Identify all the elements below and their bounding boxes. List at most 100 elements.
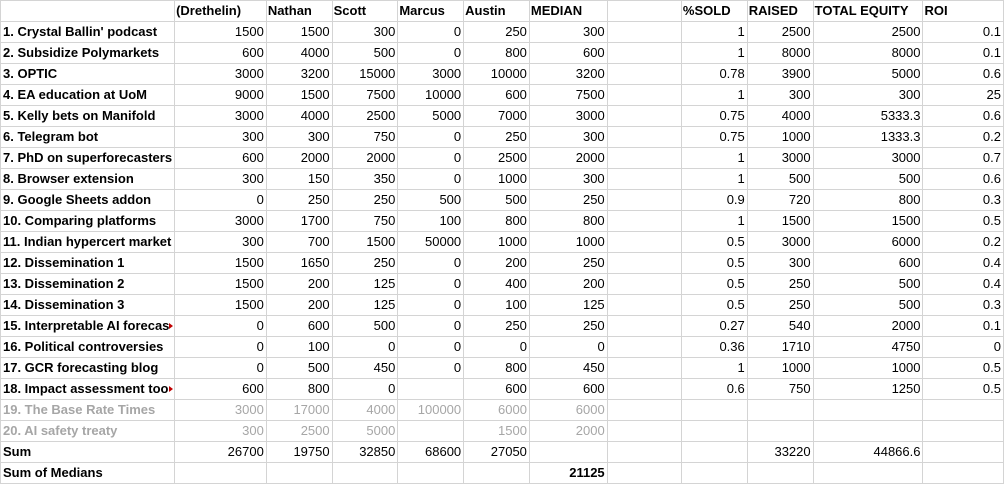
- cell-drethelin[interactable]: 1500: [174, 21, 267, 43]
- cell-marcus[interactable]: 0: [397, 147, 465, 169]
- cell-spacer[interactable]: [606, 84, 682, 106]
- cell-drethelin[interactable]: 0: [174, 336, 267, 358]
- cell-median[interactable]: [528, 441, 608, 463]
- cell-pct-sold[interactable]: [680, 462, 748, 484]
- cell-nathan[interactable]: 600: [265, 315, 333, 337]
- cell-pct-sold[interactable]: 0.5: [680, 252, 748, 274]
- cell-marcus[interactable]: 0: [397, 21, 465, 43]
- project-name-cell[interactable]: 4. EA education at UoM: [0, 84, 176, 106]
- sum-row-label[interactable]: Sum: [0, 441, 176, 463]
- cell-total-equity[interactable]: 500: [812, 273, 924, 295]
- cell-nathan[interactable]: 1700: [265, 210, 333, 232]
- cell-median[interactable]: 300: [528, 21, 608, 43]
- cell-median[interactable]: 300: [528, 168, 608, 190]
- cell-raised[interactable]: 250: [746, 294, 814, 316]
- cell-scott[interactable]: 2500: [331, 105, 399, 127]
- cell-median[interactable]: 2000: [528, 147, 608, 169]
- cell-total-equity[interactable]: 3000: [812, 147, 924, 169]
- project-name-cell[interactable]: 11. Indian hypercert market: [0, 231, 176, 253]
- project-name-cell[interactable]: 12. Dissemination 1: [0, 252, 176, 274]
- cell-median[interactable]: 7500: [528, 84, 608, 106]
- cell-nathan[interactable]: 2500: [265, 420, 333, 442]
- project-name-cell[interactable]: 3. OPTIC: [0, 63, 176, 85]
- cell-drethelin[interactable]: 0: [174, 315, 267, 337]
- cell-total-equity[interactable]: 600: [812, 252, 924, 274]
- cell-austin[interactable]: 1500: [463, 420, 530, 442]
- cell-spacer[interactable]: [606, 189, 682, 211]
- cell-marcus[interactable]: 0: [397, 357, 465, 379]
- cell-pct-sold[interactable]: 1: [680, 42, 748, 64]
- cell-nathan[interactable]: 3200: [265, 63, 333, 85]
- cell-marcus[interactable]: 0: [397, 294, 465, 316]
- cell-marcus[interactable]: [397, 462, 465, 484]
- cell-nathan[interactable]: 19750: [265, 441, 333, 463]
- cell-austin[interactable]: [463, 462, 530, 484]
- cell-spacer[interactable]: [606, 63, 682, 85]
- project-name-cell[interactable]: 13. Dissemination 2: [0, 273, 176, 295]
- header-cell-nathan[interactable]: Nathan: [265, 0, 333, 22]
- cell-spacer[interactable]: [606, 105, 682, 127]
- cell-roi[interactable]: 0.2: [922, 231, 1004, 253]
- cell-raised[interactable]: 500: [746, 168, 814, 190]
- cell-marcus[interactable]: 500: [397, 189, 465, 211]
- cell-median[interactable]: 250: [528, 315, 608, 337]
- cell-drethelin[interactable]: 1500: [174, 294, 267, 316]
- cell-raised[interactable]: 2500: [746, 21, 814, 43]
- cell-roi[interactable]: [922, 420, 1004, 442]
- project-name-cell[interactable]: 2. Subsidize Polymarkets: [0, 42, 176, 64]
- cell-austin[interactable]: 600: [463, 378, 530, 400]
- cell-raised[interactable]: 1000: [746, 357, 814, 379]
- cell-drethelin[interactable]: 0: [174, 357, 267, 379]
- project-name-cell[interactable]: 15. Interpretable AI forecas: [0, 315, 176, 337]
- cell-nathan[interactable]: 17000: [265, 399, 333, 421]
- cell-austin[interactable]: 7000: [463, 105, 530, 127]
- cell-marcus[interactable]: 0: [397, 273, 465, 295]
- cell-austin[interactable]: 250: [463, 126, 530, 148]
- cell-raised[interactable]: 1710: [746, 336, 814, 358]
- cell-median[interactable]: 250: [528, 189, 608, 211]
- project-name-cell[interactable]: 19. The Base Rate Times: [0, 399, 176, 421]
- cell-spacer[interactable]: [606, 210, 682, 232]
- cell-austin[interactable]: 100: [463, 294, 530, 316]
- cell-raised[interactable]: 750: [746, 378, 814, 400]
- cell-drethelin[interactable]: 1500: [174, 252, 267, 274]
- cell-austin[interactable]: 800: [463, 42, 530, 64]
- project-name-cell[interactable]: 8. Browser extension: [0, 168, 176, 190]
- cell-median[interactable]: 6000: [528, 399, 608, 421]
- header-cell-marcus[interactable]: Marcus: [397, 0, 465, 22]
- header-cell-drethelin[interactable]: (Drethelin): [174, 0, 267, 22]
- cell-spacer[interactable]: [606, 273, 682, 295]
- cell-austin[interactable]: 400: [463, 273, 530, 295]
- cell-pct-sold[interactable]: 0.5: [680, 273, 748, 295]
- cell-pct-sold[interactable]: 0.36: [680, 336, 748, 358]
- cell-scott[interactable]: 500: [331, 42, 399, 64]
- cell-drethelin[interactable]: 300: [174, 168, 267, 190]
- cell-raised[interactable]: [746, 462, 814, 484]
- cell-nathan[interactable]: 4000: [265, 105, 333, 127]
- project-name-cell[interactable]: 20. AI safety treaty: [0, 420, 176, 442]
- cell-scott[interactable]: 350: [331, 168, 399, 190]
- sum-of-medians-row-label[interactable]: Sum of Medians: [0, 462, 176, 484]
- cell-nathan[interactable]: 250: [265, 189, 333, 211]
- cell-drethelin[interactable]: 600: [174, 42, 267, 64]
- cell-drethelin[interactable]: 300: [174, 126, 267, 148]
- cell-nathan[interactable]: 200: [265, 294, 333, 316]
- cell-median[interactable]: 125: [528, 294, 608, 316]
- cell-roi[interactable]: 0.6: [922, 168, 1004, 190]
- cell-nathan[interactable]: [265, 462, 333, 484]
- cell-nathan[interactable]: 500: [265, 357, 333, 379]
- cell-pct-sold[interactable]: 1: [680, 210, 748, 232]
- cell-total-equity[interactable]: 6000: [812, 231, 924, 253]
- cell-scott[interactable]: 300: [331, 21, 399, 43]
- cell-raised[interactable]: 1000: [746, 126, 814, 148]
- cell-pct-sold[interactable]: 1: [680, 357, 748, 379]
- cell-total-equity[interactable]: 1500: [812, 210, 924, 232]
- cell-total-equity[interactable]: 1250: [812, 378, 924, 400]
- cell-austin[interactable]: 27050: [463, 441, 530, 463]
- cell-pct-sold[interactable]: 0.6: [680, 378, 748, 400]
- cell-pct-sold[interactable]: 0.75: [680, 105, 748, 127]
- cell-roi[interactable]: 0.3: [922, 294, 1004, 316]
- cell-spacer[interactable]: [606, 126, 682, 148]
- cell-raised[interactable]: 33220: [746, 441, 814, 463]
- cell-roi[interactable]: 0.6: [922, 105, 1004, 127]
